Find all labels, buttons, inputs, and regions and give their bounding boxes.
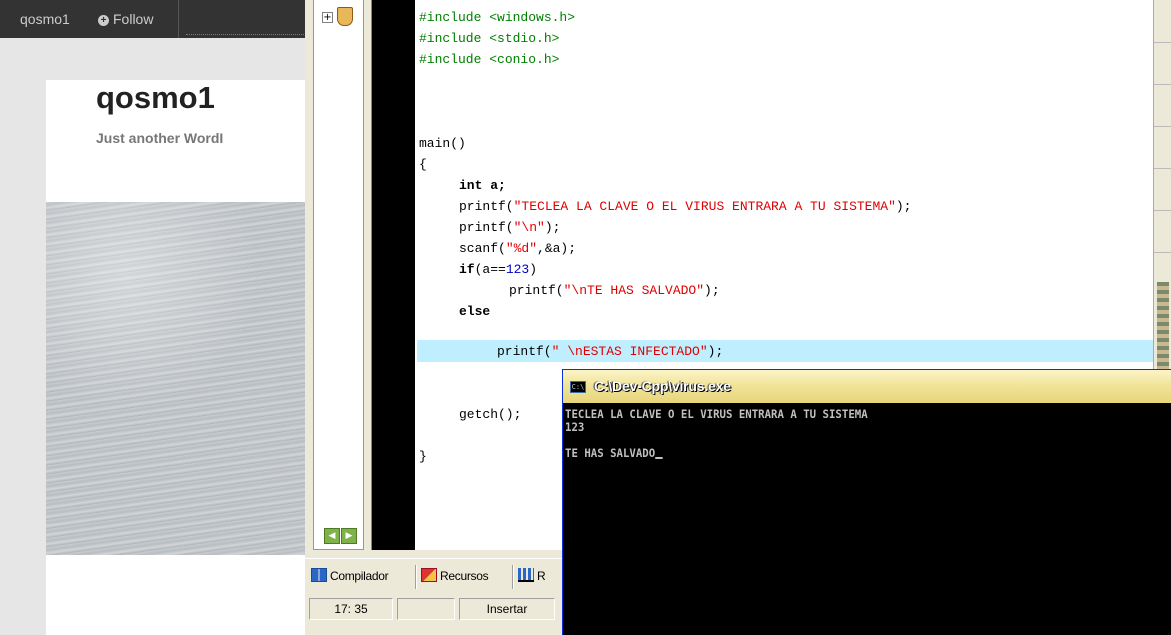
right-panel-strip (1153, 0, 1171, 420)
console-line: TECLEA LA CLAVE O EL VIRUS ENTRARA A TU … (565, 407, 868, 421)
blog-tagline: Just another WordI (96, 130, 224, 146)
tab-label: Recursos (440, 569, 489, 583)
console-title-bar[interactable]: C:\ C:\Dev-Cpp\virus.exe (563, 370, 1171, 403)
class-browser-panel: + ◀ ▶ (313, 0, 364, 550)
compiler-icon (311, 568, 327, 582)
editor-gutter (372, 0, 415, 550)
code-line: printf("\n"); (459, 220, 561, 235)
code-line: main() (419, 136, 466, 151)
header-image (46, 202, 310, 555)
tab-resources[interactable]: Recursos (421, 568, 489, 583)
class-shield-icon (337, 7, 353, 26)
code-line: printf("TECLEA LA CLAVE O EL VIRUS ENTRA… (459, 199, 912, 214)
console-line-text: TE HAS SALVADO (565, 446, 656, 460)
code-line: #include <conio.h> (419, 52, 560, 67)
status-empty-cell (397, 598, 455, 620)
console-cursor (655, 457, 663, 459)
tree-expand-icon[interactable]: + (322, 12, 333, 23)
console-icon[interactable]: C:\ (570, 381, 586, 393)
strip-divider (1154, 168, 1171, 169)
follow-button[interactable]: + Follow (98, 11, 153, 27)
code-line: scanf("%d",&a); (459, 241, 577, 256)
console-line: 123 (565, 420, 585, 434)
scroll-left-icon[interactable]: ◀ (324, 528, 340, 544)
strip-divider (1154, 252, 1171, 253)
insert-mode: Insertar (459, 598, 555, 620)
code-line: { (419, 157, 427, 172)
code-line: if(a==123) (459, 262, 538, 277)
code-line: printf("\nTE HAS SALVADO"); (509, 283, 720, 298)
console-window[interactable]: C:\ C:\Dev-Cpp\virus.exe TECLEA LA CLAVE… (562, 369, 1171, 635)
code-line: printf(" \nESTAS INFECTADO"); (497, 344, 724, 359)
admin-bar-divider (178, 0, 179, 38)
plus-icon: + (98, 15, 109, 26)
tab-label: R (537, 569, 546, 583)
strip-divider (1154, 42, 1171, 43)
console-output[interactable]: TECLEA LA CLAVE O EL VIRUS ENTRARA A TU … (563, 403, 1171, 635)
code-line: #include <windows.h> (419, 10, 576, 25)
follow-label: Follow (113, 11, 154, 27)
tab-compiler[interactable]: Compilador (311, 568, 389, 583)
tab-label: Compilador (330, 569, 389, 583)
code-line: int a; (459, 178, 506, 193)
console-title: C:\Dev-Cpp\virus.exe (594, 378, 731, 394)
blog-title[interactable]: qosmo1 (96, 80, 215, 116)
tab-other[interactable]: R (518, 568, 546, 583)
scroll-right-icon[interactable]: ▶ (341, 528, 357, 544)
resources-icon (421, 568, 437, 582)
strip-divider (1154, 210, 1171, 211)
bar-chart-icon (518, 568, 534, 582)
code-line: #include <stdio.h> (419, 31, 560, 46)
strip-divider (1154, 126, 1171, 127)
strip-divider (1154, 84, 1171, 85)
admin-bar-site-link[interactable]: qosmo1 (20, 11, 70, 27)
tab-divider (512, 565, 514, 589)
console-line: TE HAS SALVADO (565, 446, 663, 460)
tab-divider (415, 565, 417, 589)
cursor-position: 17: 35 (309, 598, 393, 620)
code-line: else (459, 304, 491, 319)
strip-thumbnail (1157, 282, 1169, 372)
admin-bar-dotted-rule (186, 34, 306, 35)
code-line: getch(); (459, 407, 522, 422)
code-line: } (419, 449, 427, 464)
